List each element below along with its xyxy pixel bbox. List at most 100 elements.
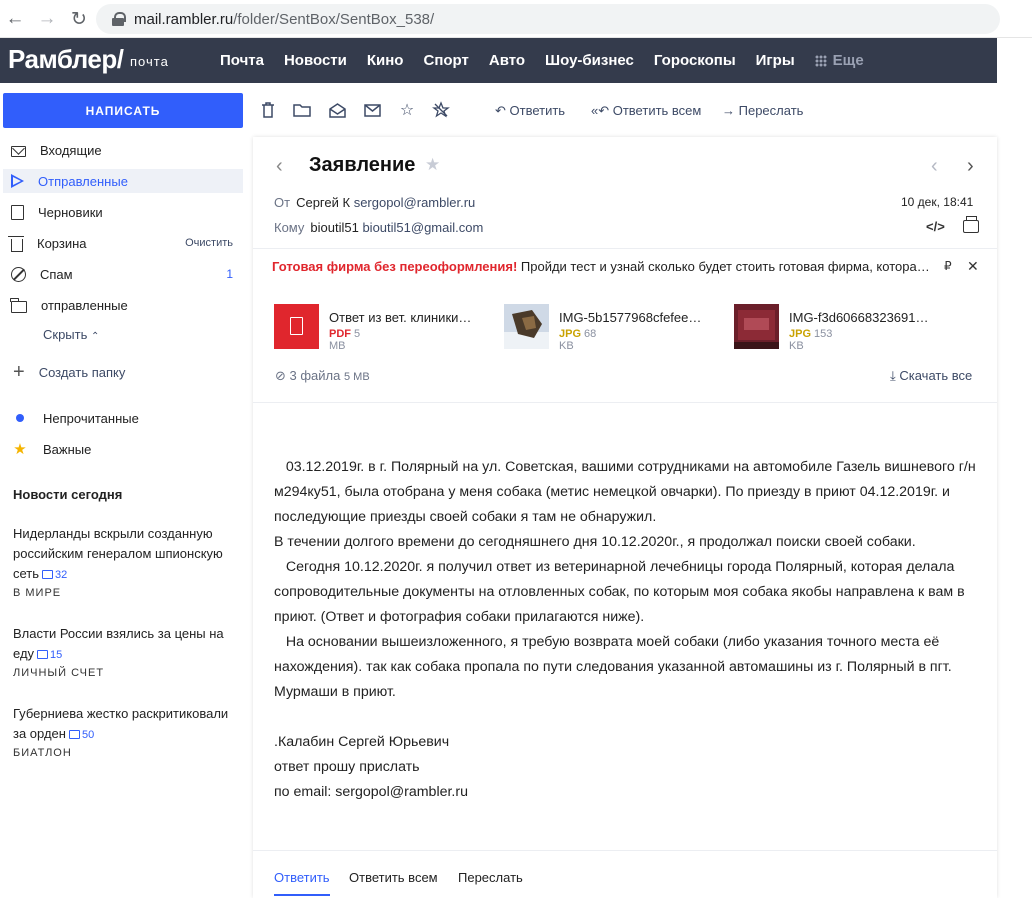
footer-reply-all-button[interactable]: Ответить всем	[349, 870, 438, 885]
reply-all-arrow-icon: «↶	[591, 103, 613, 118]
filter-unread[interactable]: Непрочитанные	[3, 406, 243, 430]
delete-icon[interactable]	[259, 101, 277, 119]
back-arrow-icon[interactable]: ←	[5, 8, 25, 29]
prev-message-icon[interactable]: ‹	[931, 155, 938, 178]
news-item[interactable]: Власти России взялись за цены на еду 15	[13, 624, 238, 665]
folder-item[interactable]: Входящие	[3, 138, 243, 162]
promo-banner[interactable]: Готовая фирма без переоформления! Пройди…	[272, 259, 952, 274]
back-chevron-icon[interactable]: ‹	[276, 155, 283, 178]
ad-marker-icon: ₽	[944, 259, 952, 273]
close-icon[interactable]: ✕	[967, 258, 979, 275]
message-date: 10 дек, 18:41	[901, 195, 974, 209]
subject-star-icon[interactable]: ★	[425, 155, 440, 175]
nav-link[interactable]: Гороскопы	[654, 52, 736, 69]
from-name[interactable]: Сергей К	[296, 195, 350, 210]
nav-more-label: Еще	[832, 52, 864, 69]
nav-more[interactable]: Еще	[814, 52, 864, 69]
comment-count: 50	[81, 729, 95, 741]
attachment-name: Ответ из вет. клиники…	[329, 310, 472, 325]
folder-label: отправленные	[41, 297, 128, 313]
mark-read-icon[interactable]	[328, 101, 346, 119]
star-outline-icon[interactable]: ☆	[398, 101, 416, 119]
nav-link[interactable]: Новости	[284, 52, 347, 69]
draft-icon	[11, 204, 24, 220]
divider	[253, 248, 997, 249]
divider	[253, 402, 997, 403]
empty-trash-button[interactable]: Очистить	[185, 237, 233, 249]
nav-link[interactable]: Игры	[756, 52, 795, 69]
from-email[interactable]: sergopol@rambler.ru	[354, 195, 476, 210]
forward-arrow-icon[interactable]: →	[37, 8, 57, 29]
body-paragraph	[274, 705, 984, 730]
pdf-file-icon	[274, 304, 319, 349]
nav-link[interactable]: Авто	[489, 52, 525, 69]
files-summary: ⊘ 3 файла 5 MB	[275, 368, 370, 384]
body-paragraph: .Калабин Сергей Юрьевич	[274, 734, 450, 750]
download-all-button[interactable]: ⤓ Скачать все	[890, 368, 972, 384]
to-email[interactable]: bioutil51@gmail.com	[362, 220, 483, 235]
grid-icon	[814, 54, 827, 67]
folder-item[interactable]: Отправленные	[3, 169, 243, 193]
print-icon[interactable]	[963, 216, 979, 233]
logo-subtitle[interactable]: почта	[130, 54, 169, 69]
news-item[interactable]: Губерниева жестко раскритиковали за орде…	[13, 704, 238, 745]
nav-link[interactable]: Спорт	[423, 52, 468, 69]
url-bar[interactable]: mail.rambler.ru/folder/SentBox/SentBox_5…	[96, 4, 1000, 34]
reload-icon[interactable]: ↻	[69, 9, 89, 30]
news-category[interactable]: ЛИЧНЫЙ СЧЕТ	[13, 667, 104, 679]
nav-links: Почта Новости Кино Спорт Авто Шоу-бизнес Горос…	[220, 52, 884, 69]
move-to-folder-icon[interactable]	[293, 101, 311, 119]
send-icon	[11, 174, 24, 188]
paperclip-icon: ⊘	[275, 368, 290, 383]
download-icon: ⤓	[890, 368, 900, 383]
attachment-ext: JPG	[559, 328, 582, 340]
body-paragraph: 03.12.2019г. в г. Полярный на ул. Советс…	[274, 459, 980, 525]
news-category[interactable]: В МИРЕ	[13, 587, 61, 599]
next-message-icon[interactable]: ›	[967, 155, 974, 178]
folder-label: Черновики	[38, 204, 103, 220]
folder-item[interactable]: отправленные	[3, 293, 243, 317]
footer-reply-button[interactable]: Ответить	[274, 870, 330, 896]
forward-arrow-icon: →	[722, 103, 739, 118]
rambler-logo[interactable]: Рамблер/	[8, 44, 124, 75]
folder-item[interactable]: Черновики	[3, 200, 243, 224]
top-navigation: Рамблер/ почта Почта Новости Кино Спорт Авто…	[0, 38, 997, 83]
files-size: 5 MB	[344, 371, 370, 383]
unstar-icon[interactable]	[432, 101, 450, 119]
mark-unread-icon[interactable]	[363, 101, 381, 119]
toolbar-reply-all-button[interactable]: «↶ Ответить всем	[591, 103, 701, 119]
nav-link[interactable]: Шоу-бизнес	[545, 52, 634, 69]
toolbar-forward-button[interactable]: → Переслать	[722, 103, 803, 118]
folder-icon	[10, 297, 27, 313]
filter-important[interactable]: ★ Важные	[3, 437, 243, 461]
filter-unread-label: Непрочитанные	[43, 410, 139, 426]
files-count: 3 файла	[289, 368, 341, 383]
comment-count: 32	[55, 569, 68, 581]
lock-icon	[112, 12, 126, 26]
footer-forward-button[interactable]: Переслать	[458, 870, 523, 885]
folder-item[interactable]: Спам 1	[3, 262, 243, 286]
news-item[interactable]: Нидерланды вскрыли созданную российским …	[13, 524, 238, 585]
hide-label: Скрыть	[43, 327, 88, 342]
divider	[253, 850, 997, 851]
nav-link[interactable]: Почта	[220, 52, 264, 69]
hide-folders-link[interactable]: Скрыть ⌃	[43, 327, 99, 342]
message-body: 03.12.2019г. в г. Полярный на ул. Советс…	[274, 455, 984, 805]
to-name[interactable]: bioutil51	[310, 220, 358, 235]
toolbar-forward-label: Переслать	[738, 103, 804, 118]
source-code-icon[interactable]: </>	[926, 219, 945, 234]
compose-button[interactable]: НАПИСАТЬ	[3, 93, 243, 128]
comment-count: 15	[50, 649, 63, 661]
create-folder-link[interactable]: + Создать папку	[13, 361, 125, 384]
url-path: /folder/SentBox/SentBox_538/	[233, 11, 435, 28]
folder-item[interactable]: Корзина Очистить	[3, 231, 243, 255]
news-category[interactable]: БИАТЛОН	[13, 747, 72, 759]
body-paragraph: по email: sergopol@rambler.ru	[274, 784, 468, 800]
image-thumbnail	[504, 304, 549, 349]
spam-icon	[11, 266, 26, 282]
nav-link[interactable]: Кино	[367, 52, 404, 69]
toolbar-reply-button[interactable]: ↶ Ответить	[495, 103, 565, 119]
body-paragraph: ответ прошу прислать	[274, 759, 420, 775]
folder-label: Корзина	[37, 235, 87, 251]
comment-icon	[37, 650, 49, 659]
